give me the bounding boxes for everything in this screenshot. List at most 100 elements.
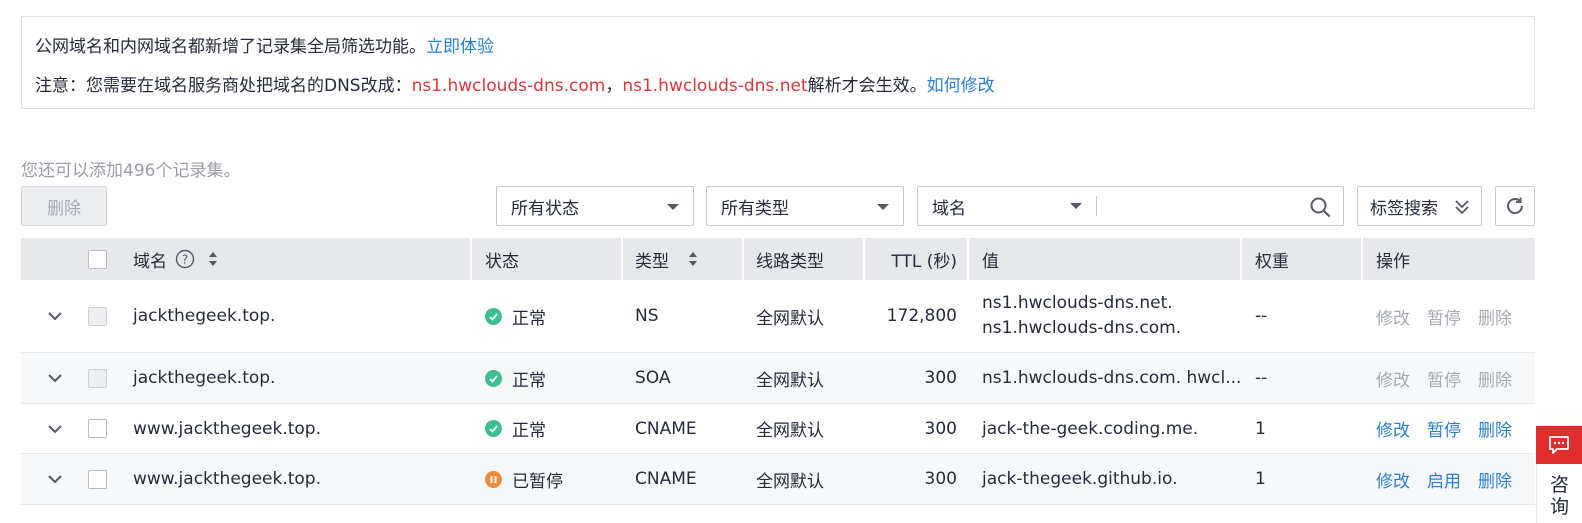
modify-action[interactable]: 修改 bbox=[1376, 416, 1410, 441]
ttl-cell: 300 bbox=[924, 469, 957, 489]
table-header: 域名 ? 状态 类型 线路类型 TTL (秒) 值 权重 操作 bbox=[21, 238, 1535, 280]
status-label: 正常 bbox=[512, 421, 546, 441]
header-type[interactable]: 类型 bbox=[635, 238, 699, 280]
table-row: www.jackthegeek.top. 已暂停 CNAME 全网默认 300 … bbox=[21, 454, 1535, 505]
caret-down-icon bbox=[1070, 203, 1082, 209]
double-chevron-down-icon bbox=[1455, 200, 1469, 215]
status-cell: 正常 bbox=[485, 353, 546, 403]
sort-icon[interactable] bbox=[207, 250, 219, 268]
consult-icon-area[interactable] bbox=[1536, 426, 1582, 464]
status-cell: 正常 bbox=[485, 280, 546, 352]
how-to-modify-link[interactable]: 如何修改 bbox=[927, 76, 995, 96]
table-row: jackthegeek.top. 正常 SOA 全网默认 300 ns1.hwc… bbox=[21, 353, 1535, 404]
type-cell: CNAME bbox=[635, 418, 697, 439]
sort-icon[interactable] bbox=[687, 250, 699, 268]
nameserver-separator: ， bbox=[605, 76, 623, 96]
domain-cell: www.jackthegeek.top. bbox=[133, 418, 322, 439]
chevron-down-icon[interactable] bbox=[47, 373, 63, 383]
search-field-select[interactable]: 域名 bbox=[918, 187, 1096, 225]
delete-action[interactable]: 删除 bbox=[1478, 416, 1512, 441]
search-divider bbox=[1096, 196, 1097, 216]
delete-button[interactable]: 删除 bbox=[21, 186, 107, 226]
header-domain[interactable]: 域名 ? bbox=[133, 238, 219, 280]
column-divider bbox=[967, 238, 969, 280]
chat-icon bbox=[1549, 436, 1569, 454]
pause-action: 暂停 bbox=[1427, 308, 1461, 329]
notice-box: 公网域名和内网域名都新增了记录集全局筛选功能。立即体验 注意：您需要在域名服务商… bbox=[21, 16, 1535, 109]
check-circle-icon bbox=[485, 420, 502, 437]
ops-cell: 修改 暂停 删除 bbox=[1376, 353, 1529, 403]
notice-line-2: 注意：您需要在域名服务商处把域名的DNS改成：ns1.hwclouds-dns.… bbox=[35, 71, 995, 96]
header-ops: 操作 bbox=[1376, 251, 1410, 272]
ttl-cell: 300 bbox=[924, 418, 957, 439]
header-line-type: 线路类型 bbox=[756, 251, 824, 272]
try-now-link[interactable]: 立即体验 bbox=[426, 37, 494, 57]
row-checkbox[interactable] bbox=[88, 469, 107, 489]
type-filter-value: 所有类型 bbox=[721, 198, 789, 219]
row-checkbox[interactable] bbox=[88, 419, 107, 438]
ttl-cell: 172,800 bbox=[886, 306, 957, 326]
row-checkbox-cell bbox=[88, 353, 107, 403]
refresh-button[interactable] bbox=[1495, 186, 1535, 226]
consult-label-1: 咨 bbox=[1549, 474, 1569, 496]
delete-action: 删除 bbox=[1478, 370, 1512, 391]
status-filter-value: 所有状态 bbox=[511, 198, 579, 219]
domain-cell: jackthegeek.top. bbox=[133, 368, 276, 388]
weight-cell: -- bbox=[1255, 306, 1268, 326]
row-checkbox bbox=[88, 368, 107, 388]
value-line: ns1.hwclouds-dns.net. bbox=[982, 293, 1173, 313]
value-cell: ns1.hwclouds-dns.net. ns1.hwclouds-dns.c… bbox=[982, 280, 1181, 352]
check-circle-icon bbox=[485, 369, 502, 387]
domain-cell: jackthegeek.top. bbox=[133, 306, 276, 326]
pause-action: 暂停 bbox=[1427, 370, 1461, 391]
header-domain-label: 域名 bbox=[133, 251, 167, 272]
status-label: 已暂停 bbox=[512, 471, 563, 492]
column-divider bbox=[470, 238, 472, 280]
type-cell: SOA bbox=[635, 368, 671, 388]
caret-down-icon bbox=[667, 204, 679, 210]
svg-text:?: ? bbox=[182, 253, 188, 267]
line-type-cell: 全网默认 bbox=[756, 370, 824, 391]
table-row: www.jackthegeek.top. 正常 CNAME 全网默认 300 j… bbox=[21, 404, 1535, 454]
help-icon[interactable]: ? bbox=[175, 249, 195, 269]
value-cell: jack-the-geek.coding.me. bbox=[982, 418, 1199, 439]
status-label: 正常 bbox=[512, 308, 546, 329]
domain-cell: www.jackthegeek.top. bbox=[133, 469, 322, 489]
ops-cell: 修改 暂停 删除 bbox=[1376, 404, 1529, 453]
select-all-cell bbox=[88, 238, 107, 280]
type-filter-select[interactable]: 所有类型 bbox=[706, 186, 904, 226]
header-ttl: TTL (秒) bbox=[891, 251, 957, 272]
tag-search-label: 标签搜索 bbox=[1370, 198, 1438, 219]
consult-label-2: 询 bbox=[1549, 496, 1569, 518]
select-all-checkbox[interactable] bbox=[88, 249, 107, 269]
value-line: ns1.hwclouds-dns.com. bbox=[982, 318, 1182, 338]
header-status: 状态 bbox=[485, 251, 519, 272]
column-divider bbox=[1361, 238, 1363, 280]
pause-circle-icon bbox=[485, 470, 502, 488]
line-type-cell: 全网默认 bbox=[756, 308, 824, 329]
modify-action[interactable]: 修改 bbox=[1376, 467, 1410, 492]
search-input[interactable] bbox=[1102, 191, 1302, 221]
row-checkbox-cell bbox=[88, 454, 107, 504]
column-divider bbox=[863, 238, 865, 280]
chevron-down-icon[interactable] bbox=[47, 424, 63, 434]
search-icon[interactable] bbox=[1309, 196, 1331, 218]
search-field-value: 域名 bbox=[932, 198, 966, 219]
modify-action: 修改 bbox=[1376, 370, 1410, 391]
consult-label[interactable]: 咨 询 bbox=[1536, 464, 1582, 523]
chevron-down-icon[interactable] bbox=[47, 311, 63, 321]
search-box: 域名 bbox=[917, 186, 1344, 226]
delete-action[interactable]: 删除 bbox=[1478, 467, 1512, 492]
pause-action[interactable]: 暂停 bbox=[1427, 416, 1461, 441]
header-value: 值 bbox=[982, 251, 999, 272]
expand-cell bbox=[47, 404, 63, 453]
expand-cell bbox=[47, 280, 63, 352]
chevron-down-icon[interactable] bbox=[47, 474, 63, 484]
status-filter-select[interactable]: 所有状态 bbox=[496, 186, 694, 226]
enable-action[interactable]: 启用 bbox=[1427, 467, 1461, 492]
notice-line-1: 公网域名和内网域名都新增了记录集全局筛选功能。立即体验 bbox=[35, 32, 494, 57]
row-checkbox-cell bbox=[88, 280, 107, 352]
notice-line-2-suffix: 解析才会生效。 bbox=[807, 76, 927, 96]
tag-search-button[interactable]: 标签搜索 bbox=[1357, 186, 1482, 226]
consult-widget[interactable]: 咨 询 bbox=[1536, 426, 1582, 523]
